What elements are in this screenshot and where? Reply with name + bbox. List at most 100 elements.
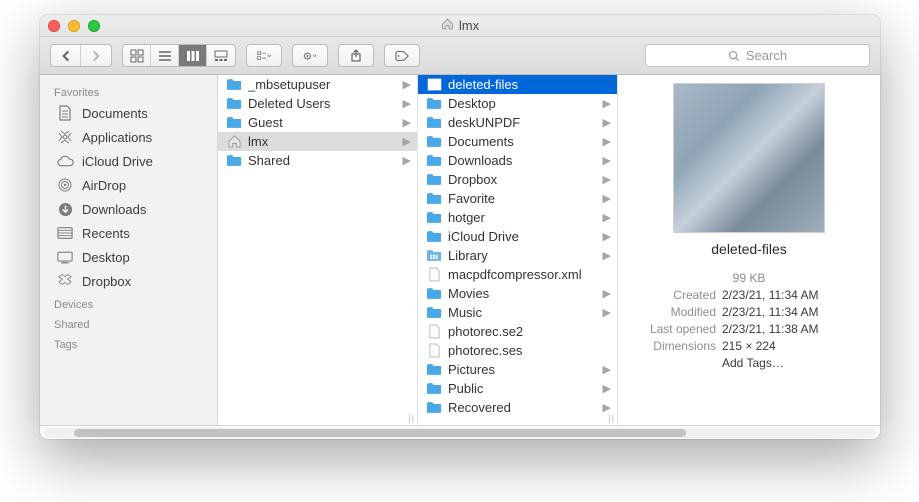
file-row[interactable]: deskUNPDF▶ — [418, 113, 617, 132]
sidebar-item-icloud[interactable]: iCloud Drive — [40, 149, 217, 173]
column-view-button[interactable] — [179, 45, 207, 66]
preview-thumbnail[interactable] — [673, 83, 825, 233]
file-label: Music — [448, 305, 603, 320]
action-menu[interactable] — [292, 44, 328, 67]
group-by-button[interactable] — [247, 45, 281, 66]
file-row[interactable]: Documents▶ — [418, 132, 617, 151]
column-resize-handle[interactable]: || — [608, 413, 615, 423]
chevron-right-icon: ▶ — [403, 116, 411, 129]
folder-icon — [426, 115, 442, 131]
tags-button-wrap — [384, 44, 420, 67]
file-label: Deleted Users — [248, 96, 403, 111]
file-row[interactable]: photorec.se2 — [418, 322, 617, 341]
file-row[interactable]: Dropbox▶ — [418, 170, 617, 189]
file-row[interactable]: Pictures▶ — [418, 360, 617, 379]
preview-meta-row: Modified2/23/21, 11:34 AM — [632, 304, 866, 321]
file-row[interactable]: Library▶ — [418, 246, 617, 265]
file-icon — [426, 324, 442, 340]
sidebar[interactable]: Favorites Documents Applications iCloud … — [40, 75, 218, 425]
scrollbar-thumb[interactable] — [74, 429, 686, 437]
file-label: Desktop — [448, 96, 603, 111]
file-row[interactable]: macpdfcompressor.xml — [418, 265, 617, 284]
folder-icon — [426, 229, 442, 245]
close-window-button[interactable] — [48, 20, 60, 32]
icon-view-button[interactable] — [123, 45, 151, 66]
traffic-lights — [48, 20, 100, 32]
gallery-view-button[interactable] — [207, 45, 235, 66]
sidebar-item-applications[interactable]: Applications — [40, 125, 217, 149]
file-row[interactable]: deleted-files — [418, 75, 617, 94]
preview-meta-row: Last opened2/23/21, 11:38 AM — [632, 321, 866, 338]
file-row[interactable]: Public▶ — [418, 379, 617, 398]
file-label: Recovered — [448, 400, 603, 415]
file-row[interactable]: hotger▶ — [418, 208, 617, 227]
folder-icon — [226, 96, 242, 112]
file-row[interactable]: Recovered▶ — [418, 398, 617, 417]
file-row[interactable]: Favorite▶ — [418, 189, 617, 208]
file-label: Library — [448, 248, 603, 263]
file-row[interactable]: lmx▶ — [218, 132, 417, 151]
folder-icon — [426, 172, 442, 188]
folder-icon — [426, 210, 442, 226]
sidebar-item-label: Recents — [82, 226, 130, 241]
sidebar-item-downloads[interactable]: Downloads — [40, 197, 217, 221]
file-row[interactable]: iCloud Drive▶ — [418, 227, 617, 246]
file-row[interactable]: Shared▶ — [218, 151, 417, 170]
scrollbar-track[interactable] — [44, 428, 876, 438]
file-row[interactable]: Downloads▶ — [418, 151, 617, 170]
file-row[interactable]: Desktop▶ — [418, 94, 617, 113]
sidebar-item-airdrop[interactable]: AirDrop — [40, 173, 217, 197]
preview-meta-value: 2/23/21, 11:34 AM — [722, 287, 819, 304]
file-row[interactable]: Guest▶ — [218, 113, 417, 132]
chevron-right-icon: ▶ — [603, 116, 611, 129]
action-button[interactable] — [293, 45, 327, 66]
chevron-right-icon: ▶ — [603, 249, 611, 262]
file-row[interactable]: Movies▶ — [418, 284, 617, 303]
back-button[interactable] — [51, 45, 81, 66]
file-label: Public — [448, 381, 603, 396]
search-placeholder: Search — [746, 48, 787, 63]
sidebar-item-desktop[interactable]: Desktop — [40, 245, 217, 269]
search-field[interactable]: Search — [645, 44, 870, 67]
file-label: Guest — [248, 115, 403, 130]
applications-icon — [56, 128, 74, 146]
file-row[interactable]: _mbsetupuser▶ — [218, 75, 417, 94]
sidebar-item-label: Downloads — [82, 202, 146, 217]
chevron-right-icon: ▶ — [603, 306, 611, 319]
column-2[interactable]: deleted-filesDesktop▶deskUNPDF▶Documents… — [418, 75, 618, 425]
chevron-right-icon: ▶ — [603, 154, 611, 167]
folder-icon — [426, 134, 442, 150]
forward-button[interactable] — [81, 45, 111, 66]
sidebar-item-dropbox[interactable]: Dropbox — [40, 269, 217, 293]
folder-icon — [226, 153, 242, 169]
add-tags-link[interactable]: Add Tags… — [722, 355, 784, 372]
search-icon — [728, 50, 740, 62]
file-row[interactable]: Deleted Users▶ — [218, 94, 417, 113]
chevron-right-icon: ▶ — [403, 135, 411, 148]
horizontal-scrollbar[interactable] — [40, 425, 880, 439]
airdrop-icon — [56, 176, 74, 194]
list-view-button[interactable] — [151, 45, 179, 66]
sidebar-item-recents[interactable]: Recents — [40, 221, 217, 245]
folder-icon — [426, 362, 442, 378]
minimize-window-button[interactable] — [68, 20, 80, 32]
share-button[interactable] — [339, 45, 373, 66]
chevron-right-icon: ▶ — [603, 173, 611, 186]
file-row[interactable]: Music▶ — [418, 303, 617, 322]
column-1[interactable]: _mbsetupuser▶Deleted Users▶Guest▶lmx▶Sha… — [218, 75, 418, 425]
group-by-menu[interactable] — [246, 44, 282, 67]
tags-button[interactable] — [385, 45, 419, 66]
file-label: photorec.se2 — [448, 324, 611, 339]
column-resize-handle[interactable]: || — [408, 413, 415, 423]
sidebar-heading-favorites: Favorites — [40, 81, 217, 101]
view-mode-segmented — [122, 44, 236, 67]
preview-pane: deleted-files 99 KB Created2/23/21, 11:3… — [618, 75, 880, 425]
folder-icon — [226, 115, 242, 131]
sidebar-item-documents[interactable]: Documents — [40, 101, 217, 125]
sidebar-heading-tags: Tags — [40, 333, 217, 353]
share-button-wrap — [338, 44, 374, 67]
file-row[interactable]: photorec.ses — [418, 341, 617, 360]
zoom-window-button[interactable] — [88, 20, 100, 32]
folder-icon — [426, 400, 442, 416]
titlebar[interactable]: lmx — [40, 15, 880, 37]
